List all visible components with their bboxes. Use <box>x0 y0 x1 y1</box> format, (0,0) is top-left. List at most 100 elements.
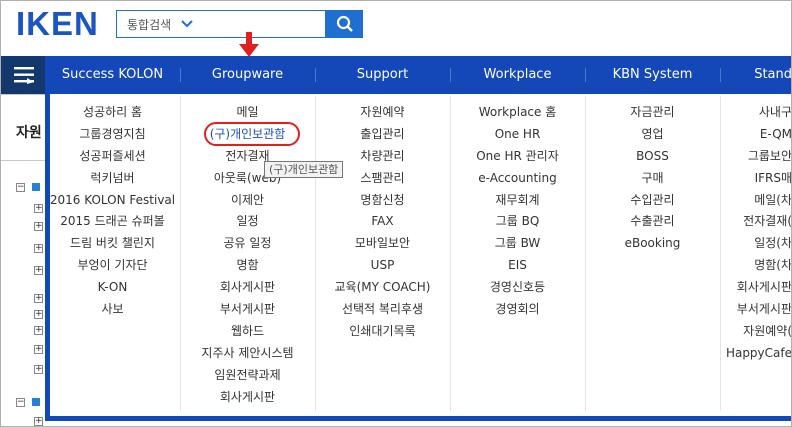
tree-expand-icon[interactable]: + <box>34 204 43 213</box>
tree-expand-icon[interactable]: + <box>34 244 43 253</box>
tree-expand-icon[interactable]: + <box>34 326 43 335</box>
menu-item[interactable]: 회사게시판 <box>180 387 315 409</box>
hamburger-icon <box>14 67 34 84</box>
menu-item[interactable]: 그룹 BW <box>450 233 585 255</box>
menu-item[interactable]: 경영회의 <box>450 299 585 321</box>
menu-item[interactable]: 웹하드 <box>180 321 315 343</box>
menu-item[interactable]: 이제안 <box>180 190 315 212</box>
menu-item[interactable]: 명함신청 <box>315 190 450 212</box>
menu-item[interactable]: USP <box>315 255 450 277</box>
menu-column-workplace: Workplace 홈 One HR One HR 관리자 e-Accounti… <box>450 102 585 321</box>
menu-item[interactable]: 성공하리 홈 <box>45 102 180 124</box>
menu-item[interactable]: 구매 <box>585 168 720 190</box>
menu-item[interactable]: 자금관리 <box>585 102 720 124</box>
menu-item[interactable]: 지주사 제안시스템 <box>180 343 315 365</box>
iken-logo[interactable]: IKEN <box>16 5 99 43</box>
menu-item[interactable]: 임원전략과제 <box>180 365 315 387</box>
menu-item[interactable]: 사보 <box>45 299 180 321</box>
menu-item[interactable]: 선택적 복리후생 <box>315 299 450 321</box>
menu-item[interactable]: 메일 <box>180 102 315 124</box>
tree-collapse-icon[interactable]: − <box>16 183 25 192</box>
menu-header-stand[interactable]: Stand <box>720 56 792 94</box>
menu-item[interactable]: 재무회계 <box>450 190 585 212</box>
menu-item[interactable]: 2016 KOLON Festival <box>45 190 180 212</box>
menu-item[interactable]: 자원예약 <box>315 102 450 124</box>
menu-item[interactable]: 수입관리 <box>585 190 720 212</box>
menu-item[interactable]: 2015 드래곤 슈퍼볼 <box>45 211 180 233</box>
menu-header-success-kolon[interactable]: Success KOLON <box>45 56 180 94</box>
tree-expand-icon[interactable]: + <box>34 222 43 231</box>
folder-icon <box>32 398 40 406</box>
tree-expand-icon[interactable]: + <box>34 294 43 303</box>
menu-item[interactable]: Workplace 홈 <box>450 102 585 124</box>
menu-item[interactable]: 성공퍼즐세션 <box>45 146 180 168</box>
search-bar[interactable]: 통합검색 <box>116 10 326 38</box>
menu-item[interactable]: 부서게시판 <box>721 299 792 321</box>
menu-item[interactable]: 모바일보안 <box>315 233 450 255</box>
menu-item[interactable]: eBooking <box>585 233 720 255</box>
menu-header-kbn-system[interactable]: KBN System <box>585 56 720 94</box>
menu-item[interactable]: 공유 일정 <box>180 233 315 255</box>
menu-item[interactable]: One HR <box>450 124 585 146</box>
search-icon <box>336 15 353 32</box>
menu-item[interactable]: 그룹경영지침 <box>45 124 180 146</box>
menu-item[interactable]: HappyCafe <box>721 343 792 365</box>
menu-column-groupware: 메일 (구)개인보관함 전자결재 아웃룩(web) 이제안 일정 공유 일정 명… <box>180 102 315 408</box>
divider <box>0 160 48 161</box>
menu-item[interactable]: 부엉이 기자단 <box>45 255 180 277</box>
menu-item[interactable]: 일정 <box>180 211 315 233</box>
menu-header-workplace[interactable]: Workplace <box>450 56 585 94</box>
menu-item[interactable]: BOSS <box>585 146 720 168</box>
menu-item[interactable]: 그룹보안 <box>721 146 792 168</box>
menu-item[interactable]: IFRS매 <box>721 168 792 190</box>
chevron-down-icon[interactable] <box>181 19 193 29</box>
menu-item[interactable]: 럭키넘버 <box>45 168 180 190</box>
menu-column-support: 자원예약 출입관리 차량관리 스팸관리 명함신청 FAX 모바일보안 USP 교… <box>315 102 450 343</box>
tree-expand-icon[interactable]: + <box>34 417 43 426</box>
menu-item[interactable]: EIS <box>450 255 585 277</box>
tree-expand-icon[interactable]: + <box>34 266 43 275</box>
menu-item[interactable]: 전자결재( <box>721 211 792 233</box>
menu-item[interactable]: 명함 <box>180 255 315 277</box>
menu-item[interactable]: 일정(차 <box>721 233 792 255</box>
menu-item[interactable]: e-Accounting <box>450 168 585 190</box>
menu-item[interactable]: FAX <box>315 211 450 233</box>
menu-item[interactable]: 인쇄대기목록 <box>315 321 450 343</box>
menu-item[interactable]: 그룹 BQ <box>450 211 585 233</box>
menu-header-groupware[interactable]: Groupware <box>180 56 315 94</box>
highlight-annotation <box>204 122 300 146</box>
menu-item[interactable]: 경영신호등 <box>450 277 585 299</box>
mega-menu: Success KOLON Groupware Support Workplac… <box>45 56 792 421</box>
menu-item[interactable]: 회사게시판 <box>180 277 315 299</box>
page-title: 자원 <box>16 125 42 141</box>
tree-expand-icon[interactable]: + <box>34 310 43 319</box>
menu-item[interactable]: 드림 버킷 챌린지 <box>45 233 180 255</box>
menu-item[interactable]: 수출관리 <box>585 211 720 233</box>
menu-item[interactable]: 회사게시판 <box>721 277 792 299</box>
menu-header-support[interactable]: Support <box>315 56 450 94</box>
menu-item[interactable]: 교육(MY COACH) <box>315 277 450 299</box>
search-scope-select[interactable]: 통합검색 <box>127 16 171 33</box>
menu-item[interactable]: 사내구 <box>721 102 792 124</box>
menu-item[interactable]: One HR 관리자 <box>450 146 585 168</box>
menu-item[interactable]: 영업 <box>585 124 720 146</box>
red-arrow-down-icon <box>239 32 259 57</box>
menu-item[interactable]: E-QM <box>721 124 792 146</box>
menu-item[interactable]: 부서게시판 <box>180 299 315 321</box>
menu-column-stand: 사내구 E-QM 그룹보안 IFRS매 메일(차 전자결재( 일정(차 명함(차… <box>721 102 792 365</box>
search-button[interactable] <box>326 10 363 38</box>
divider <box>0 94 48 95</box>
menu-item[interactable]: K-ON <box>45 277 180 299</box>
tooltip: (구)개인보관함 <box>264 161 344 178</box>
folder-icon <box>32 183 40 191</box>
menu-item[interactable]: 메일(차 <box>721 190 792 212</box>
menu-item[interactable]: 자원예약( <box>721 321 792 343</box>
menu-item[interactable]: 명함(차 <box>721 255 792 277</box>
menu-column-kbn-system: 자금관리 영업 BOSS 구매 수입관리 수출관리 eBooking <box>585 102 720 255</box>
menu-item[interactable]: 출입관리 <box>315 124 450 146</box>
menu-column-success-kolon: 성공하리 홈 그룹경영지침 성공퍼즐세션 럭키넘버 2016 KOLON Fes… <box>45 102 180 321</box>
tree-collapse-icon[interactable]: − <box>16 398 25 407</box>
tree-expand-icon[interactable]: + <box>34 345 43 354</box>
tree-expand-icon[interactable]: + <box>34 365 43 374</box>
menu-toggle-button[interactable] <box>0 56 48 94</box>
